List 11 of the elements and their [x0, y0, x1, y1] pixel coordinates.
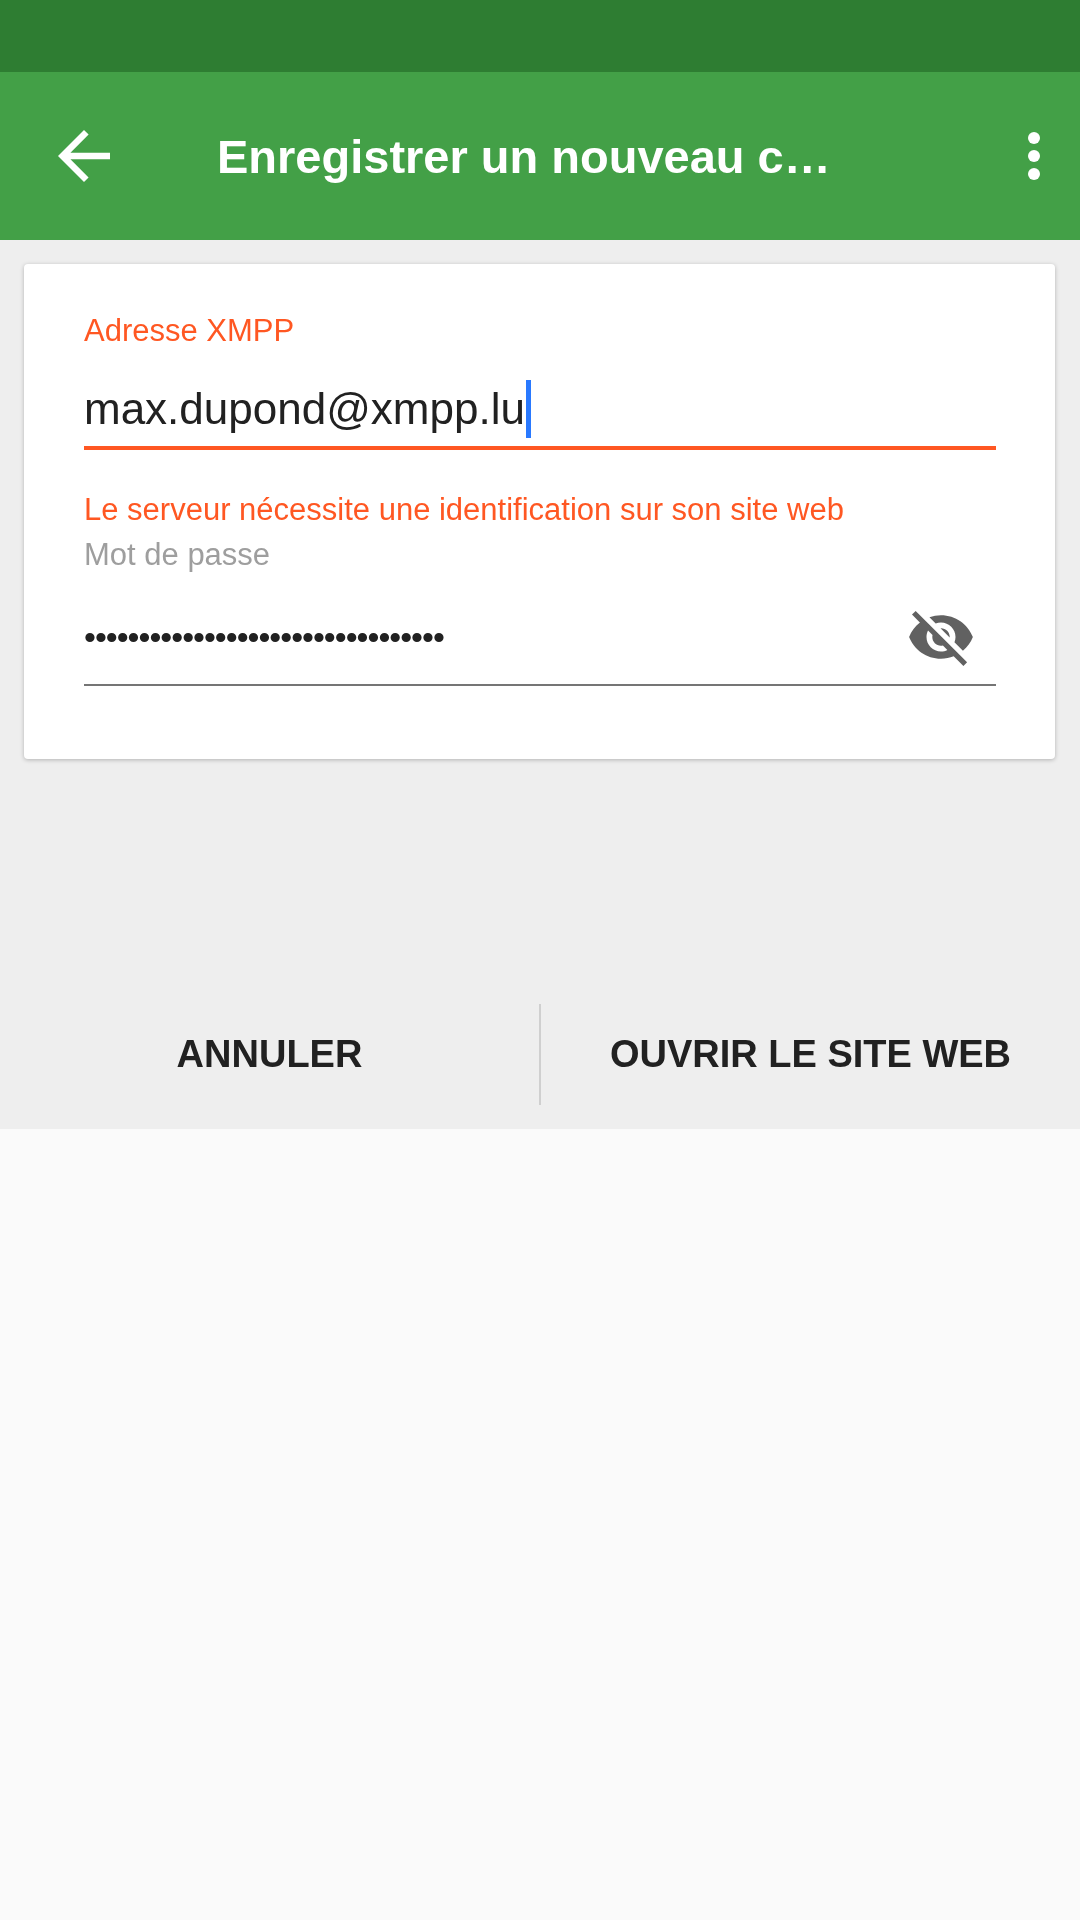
- open-website-button[interactable]: OUVRIR LE SITE WEB: [541, 980, 1080, 1129]
- visibility-off-icon[interactable]: [908, 608, 974, 666]
- error-message: Le serveur nécessite une identification sur son site web: [84, 491, 845, 529]
- cancel-button[interactable]: ANNULER: [0, 980, 539, 1129]
- field-label: Mot de passe: [84, 537, 272, 573]
- field-label: Adresse XMPP: [84, 313, 296, 349]
- more-options-icon: [1027, 131, 1041, 181]
- password-field[interactable]: •••••••••••••••••••••••••••••••••: [84, 609, 996, 686]
- screen-title: Enregistrer un nouveau c…: [217, 128, 832, 184]
- address-field[interactable]: max.dupond@xmpp.lu: [84, 381, 996, 450]
- back-arrow-icon: [58, 130, 110, 182]
